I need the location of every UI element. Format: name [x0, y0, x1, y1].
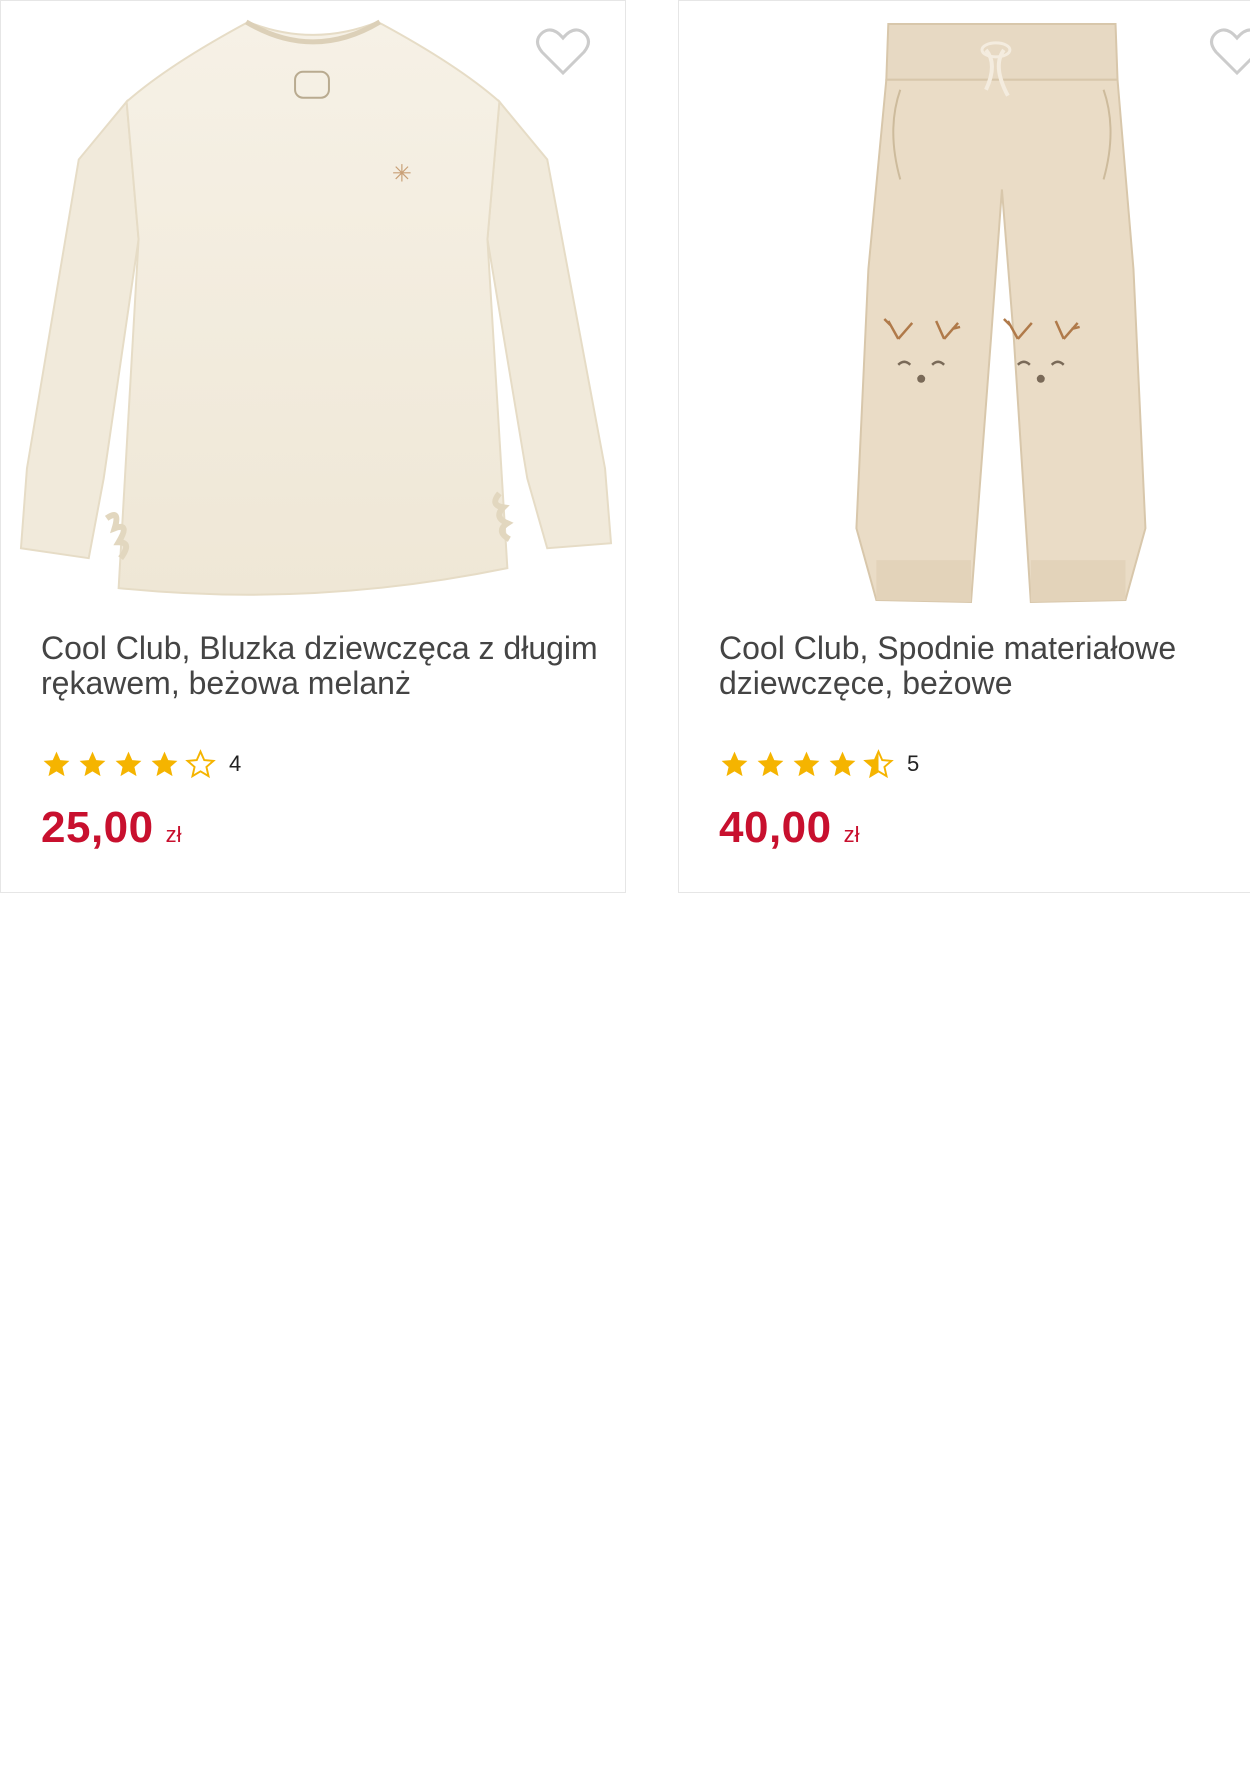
- star-full-icon: [829, 751, 856, 776]
- rating-count: 5: [907, 751, 920, 776]
- product-price: 25,00 zł: [41, 803, 182, 853]
- svg-text:✳: ✳: [392, 159, 412, 187]
- product-title[interactable]: Cool Club, Bluzka dziewczęca z długim rę…: [41, 631, 605, 701]
- price-currency: zł: [843, 822, 860, 847]
- star-empty-icon: [185, 748, 216, 778]
- heart-outline-icon: [1210, 28, 1250, 76]
- product-title[interactable]: Cool Club, Spodnie materiałowe dziewczęc…: [719, 631, 1250, 701]
- product-rating: 4: [41, 747, 241, 781]
- star-full-icon: [115, 751, 142, 776]
- trousers-image: [855, 22, 1147, 604]
- star-full-icon: [757, 751, 784, 776]
- add-to-favorites-button[interactable]: [535, 27, 591, 77]
- product-card[interactable]: ✳ Cool Club, Bluzka dziewczęca z długim …: [0, 0, 626, 893]
- price-currency: zł: [165, 822, 182, 847]
- product-card[interactable]: Cool Club, Spodnie materiałowe dziewczęc…: [678, 0, 1250, 893]
- star-full-icon: [79, 751, 106, 776]
- price-value: 40,00: [719, 803, 832, 852]
- blouse-image: ✳: [19, 19, 613, 596]
- product-image-blouse[interactable]: ✳: [9, 9, 617, 609]
- star-full-icon: [43, 751, 70, 776]
- star-full-icon: [151, 751, 178, 776]
- rating-count: 4: [229, 751, 242, 776]
- star-full-icon: [721, 751, 748, 776]
- product-image-trousers[interactable]: [687, 9, 1250, 609]
- product-price: 40,00 zł: [719, 803, 860, 853]
- product-rating: 5: [719, 747, 919, 781]
- star-full-icon: [793, 751, 820, 776]
- price-value: 25,00: [41, 803, 154, 852]
- heart-outline-icon: [536, 28, 590, 76]
- star-half-icon: [863, 748, 894, 778]
- add-to-favorites-button[interactable]: [1209, 27, 1250, 77]
